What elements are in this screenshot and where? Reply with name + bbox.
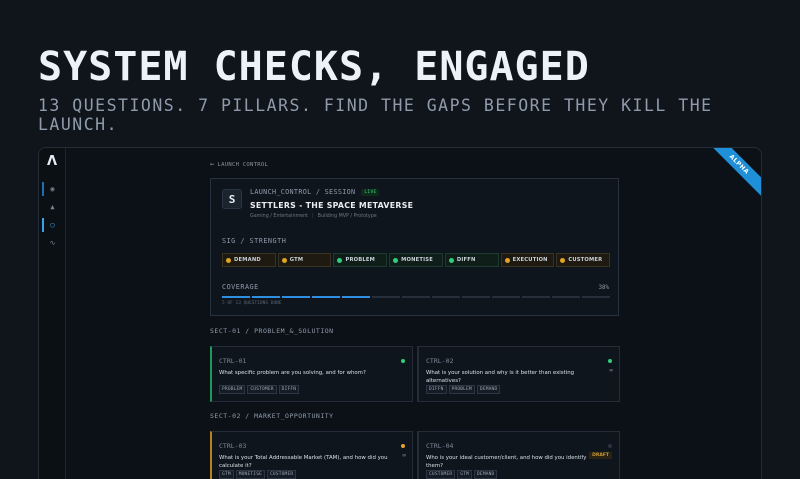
session-breadcrumb: LAUNCH_CONTROL / SESSION LIVE bbox=[250, 188, 380, 196]
coverage-segment bbox=[222, 296, 250, 298]
sidebar-rail: Λ ◉ ▲ ◯ ∿ bbox=[39, 148, 66, 479]
status-dot bbox=[448, 257, 454, 263]
tag-chip[interactable]: DIFFN bbox=[278, 385, 300, 394]
question-card-3[interactable]: CTRL-03 ∞ What is your Total Addressable… bbox=[210, 431, 413, 479]
tag-list: PROBLEM CUSTOMER DIFFN bbox=[219, 385, 300, 394]
arrow-left-icon: ← bbox=[210, 160, 215, 168]
pillar-diffn[interactable]: DIFFN bbox=[444, 253, 499, 267]
tag-list: GTM MONETISE CUSTOMER bbox=[219, 470, 297, 479]
coverage-percent: 38% bbox=[598, 285, 609, 291]
question-id: CTRL-01 bbox=[219, 357, 247, 365]
question-id: CTRL-02 bbox=[426, 357, 454, 365]
coverage-segment bbox=[342, 296, 370, 298]
back-link[interactable]: ← LAUNCH CONTROL bbox=[210, 160, 268, 168]
question-text: Who is your ideal customer/client, and h… bbox=[426, 455, 587, 469]
question-text: What is your solution and why is it bett… bbox=[426, 370, 575, 384]
pillar-label: DIFFN bbox=[456, 257, 476, 263]
tag-chip[interactable]: DIFFN bbox=[426, 385, 447, 394]
coverage-segment bbox=[252, 296, 280, 298]
session-card: S LAUNCH_CONTROL / SESSION LIVE SETTLERS … bbox=[210, 178, 619, 316]
pillar-demand[interactable]: DEMAND bbox=[222, 253, 276, 267]
rocket-icon[interactable]: ▲ bbox=[39, 200, 66, 214]
back-link-label: LAUNCH CONTROL bbox=[217, 162, 269, 168]
questions-done: 5 OF 13 QUESTIONS DONE bbox=[222, 301, 282, 306]
coverage-segment bbox=[552, 296, 580, 298]
question-text: What specific problem are you solving, a… bbox=[219, 370, 366, 376]
tag-chip[interactable]: GTM bbox=[457, 470, 473, 479]
signal-strength-label: SIG / STRENGTH bbox=[222, 237, 287, 245]
status-dot bbox=[401, 359, 405, 363]
status-dot bbox=[401, 444, 405, 448]
pillar-monetise[interactable]: MONETISE bbox=[389, 253, 443, 267]
question-id: CTRL-03 bbox=[219, 442, 247, 450]
status-dot bbox=[337, 257, 343, 263]
status-dot bbox=[281, 257, 287, 263]
section-title-2: SECT-02 / MARKET_OPPORTUNITY bbox=[210, 412, 334, 420]
status-dot bbox=[393, 257, 399, 263]
coverage-bar bbox=[222, 296, 610, 298]
project-logo-icon: S bbox=[222, 189, 242, 209]
tag-chip[interactable]: CUSTOMER bbox=[426, 470, 456, 479]
tag-chip[interactable]: DEMAND bbox=[474, 470, 498, 479]
pulse-icon[interactable]: ∿ bbox=[39, 236, 66, 250]
pillar-problem[interactable]: PROBLEM bbox=[333, 253, 388, 267]
link-icon[interactable]: ∞ bbox=[609, 367, 613, 374]
tag-chip[interactable]: GTM bbox=[219, 470, 234, 479]
tag-chip[interactable]: PROBLEM bbox=[219, 385, 246, 394]
question-card-2[interactable]: CTRL-02 ∞ What is your solution and why … bbox=[417, 346, 620, 402]
coverage-segment bbox=[372, 296, 400, 298]
hero-subtitle: 13 QUESTIONS. 7 PILLARS. FIND THE GAPS B… bbox=[38, 96, 713, 134]
app-logo[interactable]: Λ bbox=[47, 154, 57, 169]
tag-chip[interactable]: DEMAND bbox=[476, 385, 501, 394]
globe-icon[interactable]: ◉ bbox=[39, 182, 66, 196]
status-dot bbox=[504, 257, 510, 263]
pillar-gtm[interactable]: GTM bbox=[277, 253, 332, 267]
status-dot bbox=[608, 359, 612, 363]
coverage-segment bbox=[462, 296, 490, 298]
app-window: ALPHA Λ ◉ ▲ ◯ ∿ ← LAUNCH CONTROL S LAUNCH… bbox=[38, 147, 762, 479]
project-title: SETTLERS - THE SPACE METAVERSE bbox=[250, 201, 414, 210]
coverage-segment bbox=[522, 296, 550, 298]
pillar-label: GTM bbox=[289, 257, 304, 263]
pillar-list: DEMAND GTM PROBLEM MONETISE DIFFN EXECUTION CU… bbox=[222, 253, 611, 267]
pillar-label: MONETISE bbox=[401, 257, 433, 263]
pillar-execution[interactable]: EXECUTION bbox=[500, 253, 555, 267]
coverage-segment bbox=[282, 296, 310, 298]
coverage-label: COVERAGE bbox=[222, 283, 259, 291]
status-dot bbox=[560, 257, 566, 263]
tag-chip[interactable]: PROBLEM bbox=[448, 385, 475, 394]
question-id: CTRL-04 bbox=[426, 442, 454, 450]
coverage-segment bbox=[492, 296, 520, 298]
alpha-ribbon: ALPHA bbox=[699, 148, 761, 205]
tag-chip[interactable]: CUSTOMER bbox=[267, 470, 297, 479]
coverage-segment bbox=[432, 296, 460, 298]
tag-list: CUSTOMER GTM DEMAND bbox=[426, 470, 498, 479]
question-card-1[interactable]: CTRL-01 What specific problem are you so… bbox=[210, 346, 413, 402]
question-card-4[interactable]: CTRL-04 DRAFT Who is your ideal customer… bbox=[417, 431, 620, 479]
tag-chip[interactable]: MONETISE bbox=[235, 470, 266, 479]
pillar-label: PROBLEM bbox=[345, 257, 376, 263]
live-badge: LIVE bbox=[361, 188, 380, 196]
section-title-1: SECT-01 / PROBLEM_&_SOLUTION bbox=[210, 327, 334, 335]
tag-list: DIFFN PROBLEM DEMAND bbox=[426, 385, 501, 394]
hero-title: SYSTEM CHECKS, ENGAGED bbox=[38, 44, 590, 90]
question-text: What is your Total Addressable Market (T… bbox=[219, 455, 388, 469]
pillar-customer[interactable]: CUSTOMER bbox=[556, 253, 611, 267]
coverage-segment bbox=[582, 296, 610, 298]
pillar-label: EXECUTION bbox=[512, 257, 548, 263]
tag-chip[interactable]: CUSTOMER bbox=[247, 385, 277, 394]
project-meta: Gaming / Entertainment | Building MVP / Pr… bbox=[250, 214, 377, 219]
checks-icon[interactable]: ◯ bbox=[39, 218, 66, 232]
link-icon[interactable]: ∞ bbox=[402, 452, 406, 459]
pillar-label: DEMAND bbox=[234, 257, 261, 263]
status-dot bbox=[608, 444, 612, 448]
coverage-segment bbox=[312, 296, 340, 298]
status-dot bbox=[226, 257, 231, 263]
pillar-label: CUSTOMER bbox=[568, 257, 603, 263]
coverage-segment bbox=[402, 296, 430, 298]
